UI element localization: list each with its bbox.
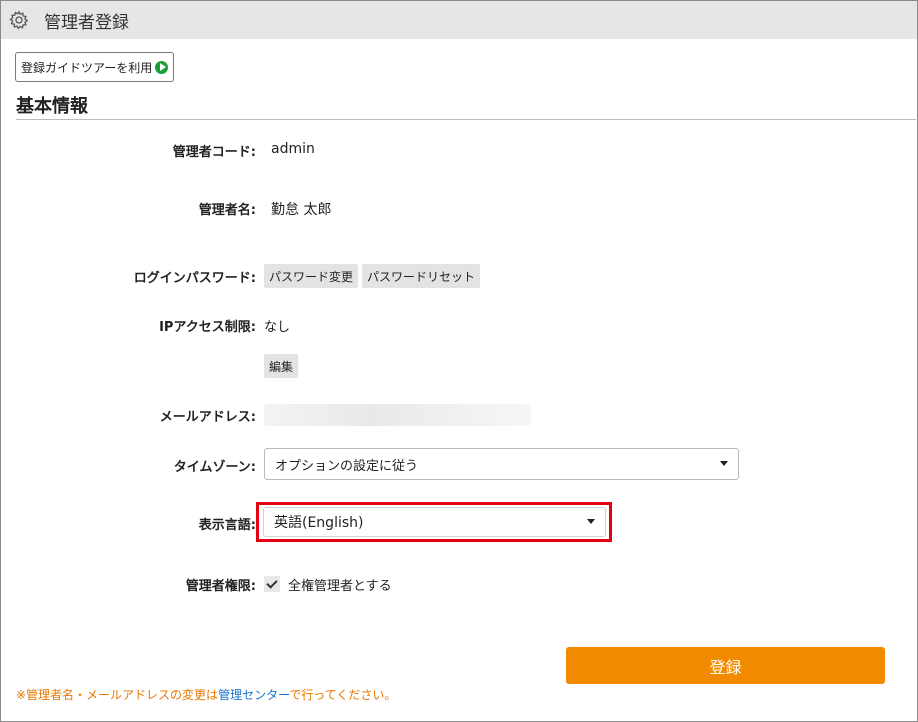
ip-access-edit-button[interactable]: 編集 (264, 354, 299, 378)
language-label: 表示言語: (198, 518, 256, 533)
chevron-down-icon (587, 519, 595, 524)
window-frame (0, 0, 918, 722)
language-selected: 英語(English) (274, 515, 364, 531)
ip-access-label: IPアクセス制限: (159, 320, 256, 335)
timezone-label: タイムゾーン: (173, 460, 256, 475)
admin-name-value: 勤怠 太郎 (271, 202, 332, 218)
gear-icon[interactable] (8, 9, 30, 31)
admin-code-label: 管理者コード: (172, 145, 256, 160)
register-button[interactable]: 登録 (566, 647, 885, 684)
password-change-button[interactable]: パスワード変更 (264, 264, 359, 288)
timezone-selected: オプションの設定に従う (275, 458, 419, 474)
title-bar: 管理者登録 (1, 1, 917, 39)
admin-role-label: 管理者権限: (185, 579, 256, 594)
footnote-prefix: ※管理者名・メールアドレスの変更は (16, 688, 219, 702)
email-value-redacted (264, 404, 531, 426)
footnote-suffix: で行ってください。 (289, 688, 397, 702)
admin-code-value: admin (271, 141, 315, 157)
footnote: ※管理者名・メールアドレスの変更は管理センターで行ってください。 (16, 686, 396, 703)
guide-tour-button[interactable]: 登録ガイドツアーを利用 (15, 52, 175, 82)
language-select[interactable]: 英語(English) (263, 507, 606, 537)
admin-name-label: 管理者名: (198, 203, 256, 218)
management-center-link[interactable]: 管理センター (218, 688, 289, 702)
section-title: 基本情報 (16, 96, 88, 117)
section-divider (16, 119, 916, 120)
timezone-select[interactable]: オプションの設定に従う (264, 448, 739, 480)
play-icon (155, 60, 169, 74)
password-reset-button[interactable]: パスワードリセット (362, 264, 481, 288)
full-admin-checkbox-label[interactable]: 全権管理者とする (288, 575, 392, 594)
email-label: メールアドレス: (159, 410, 256, 425)
window-title: 管理者登録 (44, 12, 129, 33)
ip-access-value: なし (264, 320, 291, 335)
chevron-down-icon (720, 461, 728, 466)
login-password-label: ログインパスワード: (133, 271, 256, 286)
full-admin-checkbox[interactable] (264, 576, 280, 592)
guide-tour-label: 登録ガイドツアーを利用 (21, 60, 153, 75)
